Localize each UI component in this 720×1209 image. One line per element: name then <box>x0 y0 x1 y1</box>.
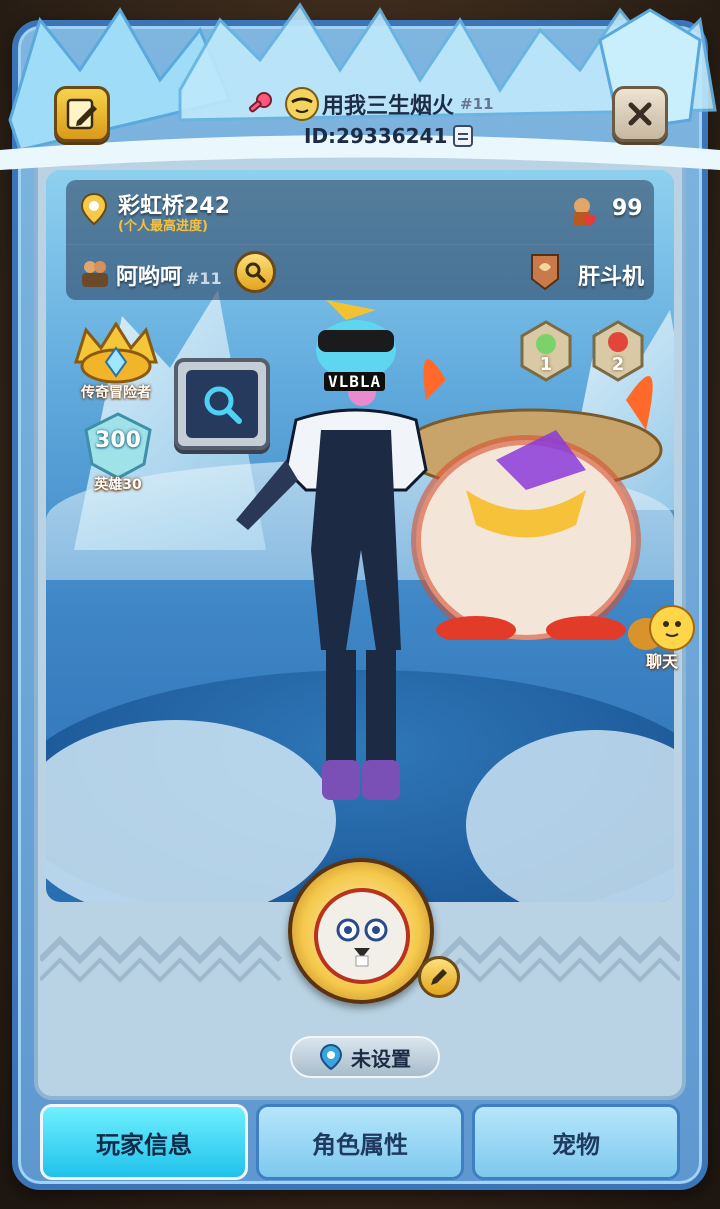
chat-label: 聊天 <box>645 652 678 671</box>
player-id: ID:29336241 <box>304 124 448 148</box>
tab-label: 角色属性 <box>312 1130 408 1159</box>
guild-emblem-icon <box>531 254 559 291</box>
close-icon <box>628 102 652 126</box>
medal-1[interactable]: 1 <box>518 320 574 384</box>
medal-1-number: 1 <box>539 354 553 375</box>
edit-icon <box>66 98 97 130</box>
copy-icon[interactable] <box>453 125 474 147</box>
pencil-icon <box>431 969 447 985</box>
location-setting-button[interactable]: 未设置 <box>290 1036 440 1078</box>
edit-pet-button[interactable] <box>418 956 460 998</box>
tab-label: 玩家信息 <box>96 1130 192 1159</box>
avatar-icon <box>285 87 319 121</box>
crown-badge-icon <box>73 321 159 384</box>
progress-row: 彩虹桥242 (个人最高进度) 99 <box>66 180 654 238</box>
magnifier-icon <box>204 386 242 424</box>
key-icon <box>248 92 272 113</box>
guild-title: 肝斗机 <box>578 265 645 290</box>
chat-button[interactable]: 聊天 <box>626 604 696 674</box>
pet-avatar-icon <box>336 918 388 967</box>
tab-player-info[interactable]: 玩家信息 <box>40 1104 248 1180</box>
player-id-row: ID:29336241 <box>304 124 474 148</box>
inspect-screen <box>186 370 258 438</box>
tab-pets[interactable]: 宠物 <box>472 1104 680 1180</box>
chat-icon <box>628 605 695 651</box>
search-icon <box>245 262 266 283</box>
tab-bar: 玩家信息 角色属性 宠物 <box>40 1104 680 1184</box>
guild-search-button[interactable] <box>234 251 276 293</box>
medal-2[interactable]: 2 <box>590 320 646 384</box>
hero-label: 英雄30 <box>94 477 142 493</box>
tab-character-stats[interactable]: 角色属性 <box>256 1104 464 1180</box>
location-setting-label: 未设置 <box>351 1046 411 1071</box>
like-count: 99 <box>612 196 643 221</box>
inspect-button[interactable] <box>174 358 270 450</box>
medal-2-number: 2 <box>611 354 625 375</box>
pet-face <box>314 888 410 984</box>
rank-label: 传奇冒险者 <box>81 385 151 401</box>
progress-subtitle: (个人最高进度) <box>118 219 208 234</box>
guild-name: 阿哟呵 #11 <box>116 265 222 290</box>
character-visor-label: VLBLA <box>324 372 386 391</box>
guild-row: 阿哟呵 #11 肝斗机 <box>66 244 654 298</box>
player-info-bar: 彩虹桥242 (个人最高进度) 99 阿哟呵 #11 肝斗机 <box>66 180 654 300</box>
guild-icon <box>82 261 108 287</box>
rank-badge[interactable]: 传奇冒险者 <box>66 321 166 406</box>
close-button[interactable] <box>612 86 668 142</box>
player-name: 用我三生烟火 <box>322 94 455 119</box>
location-pin-icon <box>319 1043 343 1071</box>
hero-count: 300 <box>95 428 141 453</box>
edit-profile-button[interactable] <box>54 86 110 142</box>
hero-badge[interactable]: 300 英雄30 <box>78 410 158 498</box>
player-tag: #11 <box>460 95 494 113</box>
tab-label: 宠物 <box>552 1130 600 1159</box>
player-title: 用我三生烟火 #11 <box>322 86 582 122</box>
like-icon <box>573 198 596 226</box>
location-pin-icon <box>80 192 108 226</box>
pet-portrait[interactable] <box>288 858 434 1004</box>
